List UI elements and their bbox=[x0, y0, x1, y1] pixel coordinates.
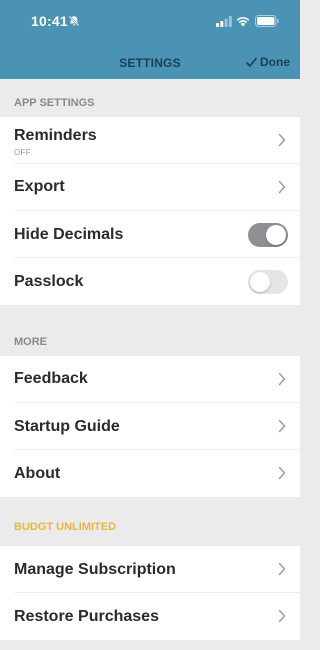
passlock-label: Passlock bbox=[14, 273, 84, 290]
chevron-right-icon bbox=[278, 419, 286, 433]
chevron-right-icon bbox=[278, 133, 286, 147]
reminders-status: OFF bbox=[14, 148, 31, 157]
feedback-label: Feedback bbox=[14, 370, 88, 387]
wifi-icon bbox=[236, 17, 250, 27]
reminders-row[interactable]: Reminders OFF bbox=[0, 117, 300, 164]
bell-slash-icon bbox=[68, 15, 80, 27]
manage-subscription-row[interactable]: Manage Subscription bbox=[0, 546, 300, 593]
done-label: Done bbox=[260, 55, 290, 69]
hide-decimals-label: Hide Decimals bbox=[14, 226, 124, 243]
status-time: 10:41 bbox=[31, 13, 68, 29]
header: 10:41 SETTINGS Done bbox=[0, 0, 300, 79]
feedback-row[interactable]: Feedback bbox=[0, 356, 300, 403]
chevron-right-icon bbox=[278, 372, 286, 386]
section-header-app-settings: APP SETTINGS bbox=[14, 97, 95, 109]
export-label: Export bbox=[14, 178, 65, 195]
passlock-row: Passlock bbox=[0, 258, 300, 305]
toggle-knob bbox=[266, 225, 286, 245]
chevron-right-icon bbox=[278, 562, 286, 576]
toggle-knob bbox=[250, 272, 270, 292]
checkmark-icon bbox=[246, 57, 257, 67]
done-button[interactable]: Done bbox=[246, 55, 290, 69]
hide-decimals-toggle[interactable] bbox=[248, 223, 288, 247]
reminders-label: Reminders bbox=[14, 127, 97, 144]
status-bar: 10:41 bbox=[0, 0, 300, 44]
chevron-right-icon bbox=[278, 609, 286, 623]
signal-icon bbox=[216, 16, 232, 27]
section-header-budgt-unlimited: BUDGT UNLIMITED bbox=[14, 521, 117, 533]
restore-purchases-row[interactable]: Restore Purchases bbox=[0, 593, 300, 640]
manage-subscription-label: Manage Subscription bbox=[14, 561, 176, 578]
about-label: About bbox=[14, 465, 61, 482]
chevron-right-icon bbox=[278, 466, 286, 480]
chevron-right-icon bbox=[278, 180, 286, 194]
about-row[interactable]: About bbox=[0, 450, 300, 497]
export-row[interactable]: Export bbox=[0, 164, 300, 211]
restore-purchases-label: Restore Purchases bbox=[14, 608, 159, 625]
startup-guide-label: Startup Guide bbox=[14, 418, 120, 435]
passlock-toggle[interactable] bbox=[248, 270, 288, 294]
section-header-more: MORE bbox=[14, 336, 47, 348]
hide-decimals-row: Hide Decimals bbox=[0, 211, 300, 258]
startup-guide-row[interactable]: Startup Guide bbox=[0, 403, 300, 450]
battery-icon bbox=[255, 15, 279, 27]
